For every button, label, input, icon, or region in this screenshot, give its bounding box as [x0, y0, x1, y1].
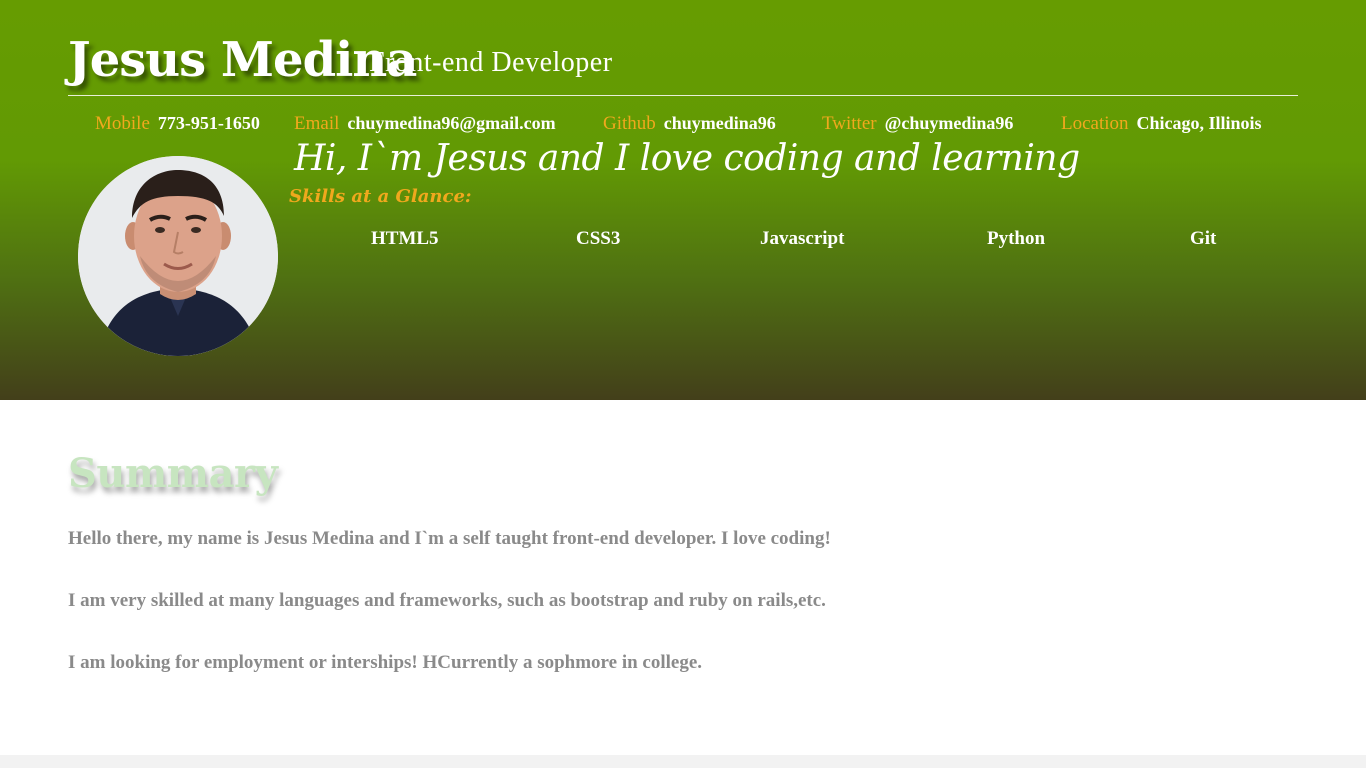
summary-paragraph: Hello there, my name is Jesus Medina and… — [68, 528, 831, 549]
contact-mobile: Mobile 773-951-1650 — [95, 113, 260, 135]
summary-heading: Summary — [68, 450, 278, 497]
contact-value[interactable]: 773-951-1650 — [158, 113, 260, 133]
contact-label: Twitter — [822, 113, 877, 134]
contact-value[interactable]: chuymedina96 — [664, 113, 776, 133]
contact-label: Email — [294, 113, 340, 134]
page-title: Jesus Medina — [68, 32, 417, 88]
skill-item: CSS3 — [576, 228, 621, 249]
tagline: Hi, I`m Jesus and I love coding and lear… — [294, 138, 1080, 179]
contact-github: Github chuymedina96 — [603, 113, 776, 135]
skill-item: Git — [1190, 228, 1217, 249]
hero-header: Jesus Medina Front-end Developer Mobile 7… — [0, 0, 1366, 400]
title-row: Jesus Medina Front-end Developer — [68, 28, 1298, 96]
contact-value[interactable]: chuymedina96@gmail.com — [347, 113, 555, 133]
contact-label: Location — [1061, 113, 1129, 134]
contact-value[interactable]: @chuymedina96 — [885, 113, 1014, 133]
summary-paragraph: I am looking for employment or intership… — [68, 652, 703, 673]
footer-strip — [0, 755, 1366, 768]
profile-photo-icon — [78, 156, 278, 356]
skill-item: HTML5 — [371, 228, 439, 249]
skill-item: Python — [987, 228, 1046, 249]
contact-email: Email chuymedina96@gmail.com — [294, 113, 556, 135]
contact-value: Chicago, Illinois — [1136, 113, 1262, 133]
contact-label: Mobile — [95, 113, 150, 134]
contact-twitter: Twitter @chuymedina96 — [822, 113, 1013, 135]
contact-label: Github — [603, 113, 656, 134]
summary-paragraph: I am very skilled at many languages and … — [68, 590, 826, 611]
contact-bar: Mobile 773-951-1650 Email chuymedina96@gma… — [68, 113, 1298, 139]
job-role: Front-end Developer — [369, 47, 613, 78]
contact-location: Location Chicago, Illinois — [1061, 113, 1262, 135]
skill-item: Javascript — [760, 228, 845, 249]
avatar — [78, 156, 278, 356]
skills-heading: Skills at a Glance: — [289, 186, 472, 207]
